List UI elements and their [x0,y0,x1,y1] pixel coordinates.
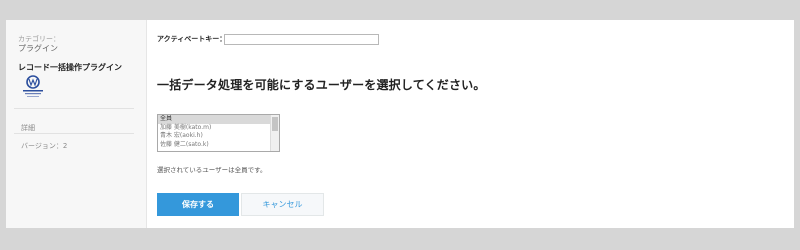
plugin-sidebar: カテゴリー： プラグイン レコード一括操作プラグイン 詳細 バージョン：2 [6,20,147,228]
user-select-list[interactable]: 全員 加藤 美樹(kato.m) 青木 宏(aoki.h) 佐藤 健二(sato… [157,114,280,152]
list-scrollbar[interactable] [270,115,279,151]
plugin-version: バージョン：2 [21,142,68,150]
user-option[interactable]: 加藤 美樹(kato.m) [158,124,272,133]
save-button[interactable]: 保存する [157,193,239,216]
sidebar-divider [14,133,134,134]
user-option[interactable]: 青木 宏(aoki.h) [158,132,272,141]
activate-key-input[interactable] [224,34,379,45]
user-option[interactable]: 佐藤 健二(sato.k) [158,141,272,150]
selected-users-text: 選択されているユーザーは全員です。 [157,166,267,174]
plugin-logo [19,75,47,100]
cancel-button[interactable]: キャンセル [241,193,324,216]
page-heading: 一括データ処理を可能にするユーザーを選択してください。 [157,78,486,92]
user-option[interactable]: 全員 [158,115,272,124]
detail-link[interactable]: 詳細 [21,123,35,133]
sidebar-divider [14,108,134,109]
activate-key-label: アクティベートキー： [157,35,227,43]
category-value: プラグイン [18,44,58,53]
plugin-name: レコード一括操作プラグイン [18,63,122,72]
scrollbar-thumb[interactable] [272,117,278,131]
